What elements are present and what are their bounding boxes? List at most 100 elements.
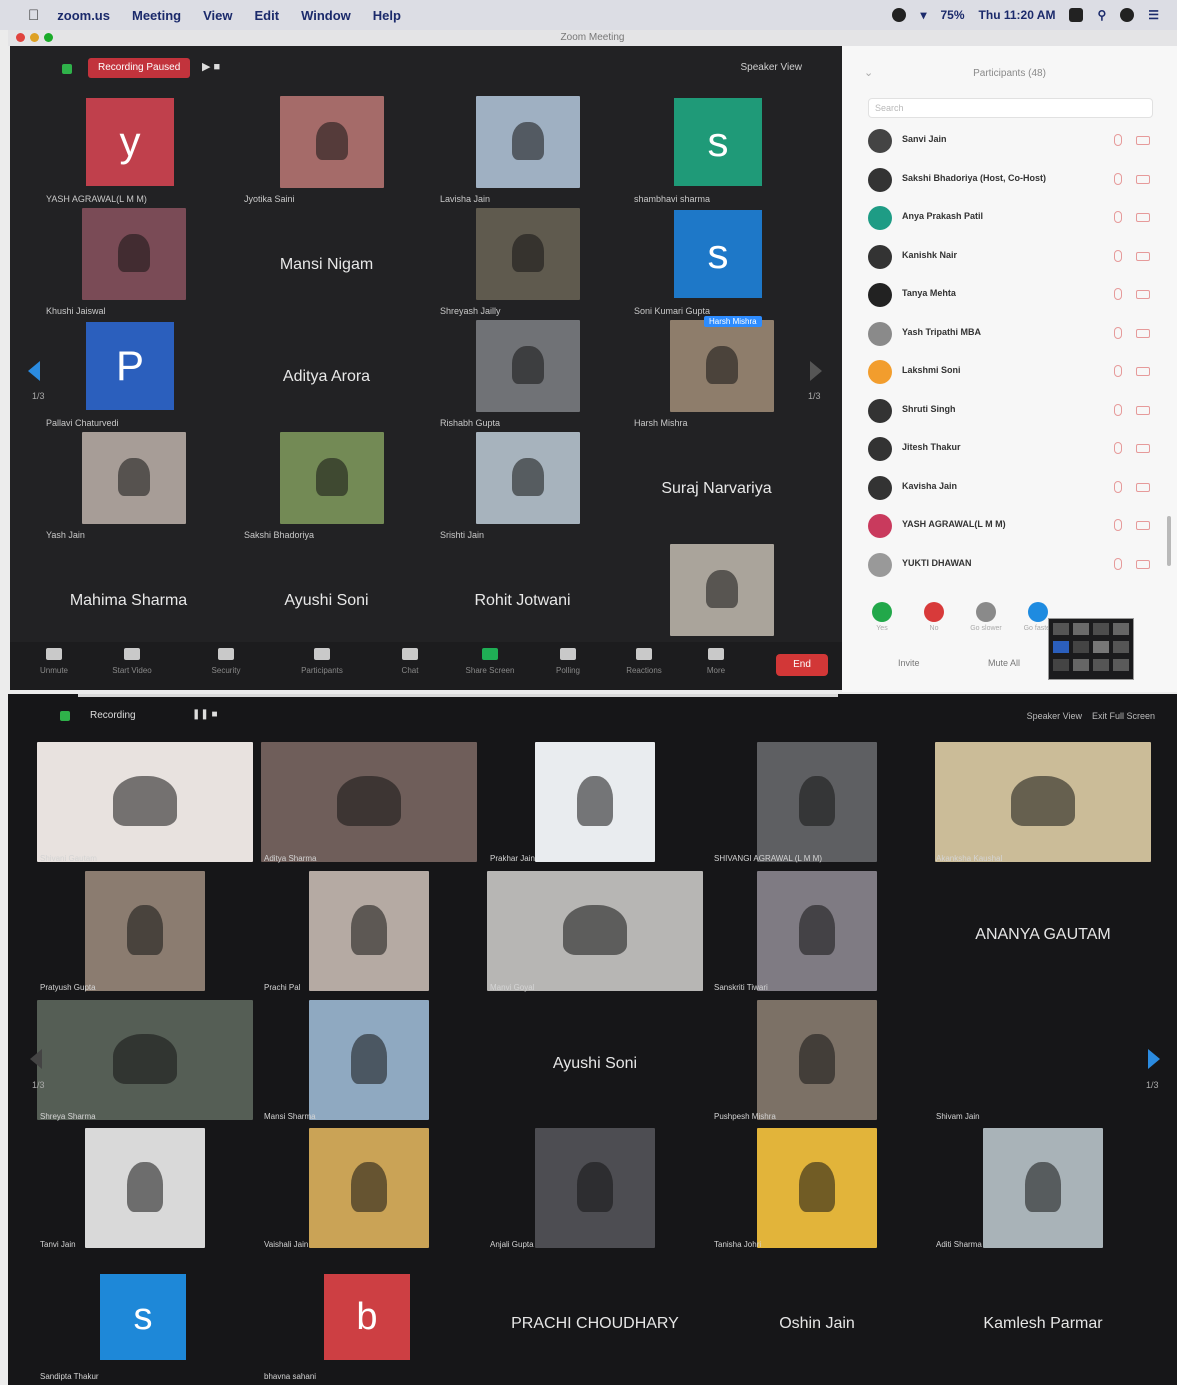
- muted-microphone-icon[interactable]: [1114, 480, 1122, 493]
- share-screen-button[interactable]: Share Screen: [460, 648, 520, 675]
- participant-tile[interactable]: Rishabh Gupta: [420, 318, 625, 430]
- menu-window[interactable]: Window: [301, 8, 351, 23]
- end-meeting-button[interactable]: End: [776, 654, 828, 676]
- participant-tile[interactable]: y YASH AGRAWAL(L M M): [26, 94, 231, 206]
- participant-row[interactable]: Yash Tripathi MBA: [868, 319, 1168, 349]
- unmute-button[interactable]: Unmute: [24, 648, 84, 675]
- muted-microphone-icon[interactable]: [1114, 326, 1122, 339]
- video-off-icon[interactable]: [1136, 328, 1150, 338]
- participant-tile[interactable]: Akanksha Kaushal: [930, 742, 1156, 867]
- participants-button[interactable]: Participants: [292, 648, 352, 675]
- recording-status[interactable]: Recording Paused: [88, 58, 191, 78]
- exit-full-screen-button[interactable]: Exit Full Screen: [1092, 711, 1155, 721]
- participant-tile[interactable]: P Pallavi Chaturvedi: [26, 318, 231, 430]
- video-off-icon[interactable]: [1136, 174, 1150, 184]
- participant-row[interactable]: YUKTI DHAWAN: [868, 550, 1168, 580]
- participant-tile[interactable]: s Sandipta Thakur: [34, 1260, 256, 1385]
- reactions-button[interactable]: Reactions: [614, 648, 674, 675]
- zoom-status-icon[interactable]: [892, 8, 907, 22]
- wifi-icon[interactable]: ▾: [920, 8, 926, 22]
- participant-row[interactable]: Shruti Singh: [868, 396, 1168, 426]
- participant-row[interactable]: Anya Prakash Patil: [868, 203, 1168, 233]
- participant-tile[interactable]: Shreyash Jailly: [420, 206, 625, 318]
- participant-tile[interactable]: Yash Jain: [26, 430, 231, 542]
- participant-tile[interactable]: Sakshi Bhadoriya: [224, 430, 429, 542]
- siri-icon[interactable]: [1120, 8, 1135, 22]
- participant-tile[interactable]: Prakhar Jain: [484, 742, 706, 867]
- muted-microphone-icon[interactable]: [1114, 134, 1122, 146]
- menu-meeting[interactable]: Meeting: [132, 8, 181, 23]
- participant-tile[interactable]: Mansi Sharma: [258, 1000, 480, 1125]
- recording-pause-controls[interactable]: ❚❚ ■: [192, 709, 218, 720]
- next-page-icon[interactable]: [810, 361, 822, 381]
- participant-row[interactable]: Tanya Mehta: [868, 280, 1168, 310]
- feedback-button[interactable]: Yes: [856, 602, 908, 632]
- muted-microphone-icon[interactable]: [1114, 211, 1122, 223]
- participant-tile[interactable]: Kamlesh Parmar: [930, 1260, 1156, 1385]
- participant-tile[interactable]: Aditya Arora: [224, 318, 429, 430]
- participant-tile[interactable]: Sanskriti Tiwari: [708, 871, 926, 996]
- recording-indicator[interactable]: Recording: [90, 710, 136, 721]
- muted-microphone-icon[interactable]: [1114, 557, 1122, 570]
- video-off-icon[interactable]: [1136, 367, 1150, 376]
- video-off-icon[interactable]: [1136, 213, 1150, 222]
- video-off-icon[interactable]: [1136, 559, 1150, 569]
- video-off-icon[interactable]: [1136, 136, 1150, 145]
- muted-microphone-icon[interactable]: [1114, 249, 1122, 262]
- video-off-icon[interactable]: [1136, 482, 1150, 492]
- feedback-button[interactable]: No: [908, 602, 960, 632]
- participant-tile[interactable]: ANANYA GAUTAM: [930, 871, 1156, 996]
- participant-tile[interactable]: Harsh Mishra Harsh Mishra: [614, 316, 819, 430]
- security-button[interactable]: Security: [196, 648, 256, 675]
- mute-all-button[interactable]: Mute All: [988, 658, 1020, 668]
- previous-page-icon[interactable]: [28, 361, 40, 381]
- muted-microphone-icon[interactable]: [1114, 442, 1122, 454]
- feedback-button[interactable]: Go slower: [960, 602, 1012, 632]
- participant-tile[interactable]: Jyotika Saini: [224, 94, 429, 206]
- participant-tile[interactable]: Aditi Sharma: [930, 1128, 1156, 1253]
- apple-icon[interactable]: : [28, 7, 39, 24]
- battery-percent[interactable]: 75%: [941, 8, 965, 22]
- encryption-shield-icon-bottom[interactable]: [60, 711, 70, 721]
- speaker-view-button-bottom[interactable]: Speaker View: [1027, 711, 1082, 721]
- screen-icon[interactable]: [1069, 8, 1084, 22]
- participant-tile[interactable]: Shivani Gautam: [34, 742, 256, 867]
- participant-tile[interactable]: Khushi Jaiswal: [26, 206, 231, 318]
- start-video-button[interactable]: Start Video: [102, 648, 162, 675]
- participant-tile[interactable]: Pratyush Gupta: [34, 871, 256, 996]
- zoom-window-icon[interactable]: [44, 33, 53, 42]
- participant-tile[interactable]: Pushpesh Mishra: [708, 1000, 926, 1125]
- participant-row[interactable]: Kavisha Jain: [868, 473, 1168, 503]
- chat-button[interactable]: Chat: [380, 648, 440, 675]
- participant-tile[interactable]: s shambhavi sharma: [614, 94, 819, 206]
- invite-button[interactable]: Invite: [898, 658, 920, 668]
- participant-tile[interactable]: Srishti Jain: [420, 430, 625, 542]
- participants-scrollbar[interactable]: [1167, 516, 1171, 566]
- previous-page-icon-bottom[interactable]: [30, 1049, 42, 1069]
- participant-tile[interactable]: Shreya Sharma: [34, 1000, 256, 1125]
- participant-row[interactable]: Jitesh Thakur: [868, 434, 1168, 464]
- participant-tile[interactable]: Oshin Jain: [708, 1260, 926, 1385]
- participant-tile[interactable]: PRACHI CHOUDHARY: [484, 1260, 706, 1385]
- participant-tile[interactable]: b bhavna sahani: [258, 1260, 480, 1385]
- encryption-shield-icon[interactable]: [62, 64, 72, 74]
- polling-button[interactable]: Polling: [538, 648, 598, 675]
- clock[interactable]: Thu 11:20 AM: [979, 8, 1056, 22]
- participant-tile[interactable]: Anjali Gupta: [484, 1128, 706, 1253]
- muted-microphone-icon[interactable]: [1114, 403, 1122, 416]
- video-off-icon[interactable]: [1136, 405, 1150, 415]
- muted-microphone-icon[interactable]: [1114, 365, 1122, 377]
- more-button[interactable]: More: [686, 648, 746, 675]
- participant-tile[interactable]: Tanvi Jain: [34, 1128, 256, 1253]
- muted-microphone-icon[interactable]: [1114, 288, 1122, 300]
- muted-microphone-icon[interactable]: [1114, 519, 1122, 531]
- speaker-view-button[interactable]: Speaker View: [740, 62, 802, 73]
- participant-row[interactable]: Sakshi Bhadoriya (Host, Co-Host): [868, 165, 1168, 195]
- menu-view[interactable]: View: [203, 8, 232, 23]
- notification-center-icon[interactable]: ☰: [1148, 8, 1159, 22]
- video-off-icon[interactable]: [1136, 521, 1150, 530]
- participant-tile[interactable]: Rohit Jotwani: [420, 542, 625, 654]
- participant-tile[interactable]: Prachi Pal: [258, 871, 480, 996]
- spotlight-icon[interactable]: ⚲: [1097, 8, 1106, 22]
- participant-search-input[interactable]: Search: [868, 98, 1153, 118]
